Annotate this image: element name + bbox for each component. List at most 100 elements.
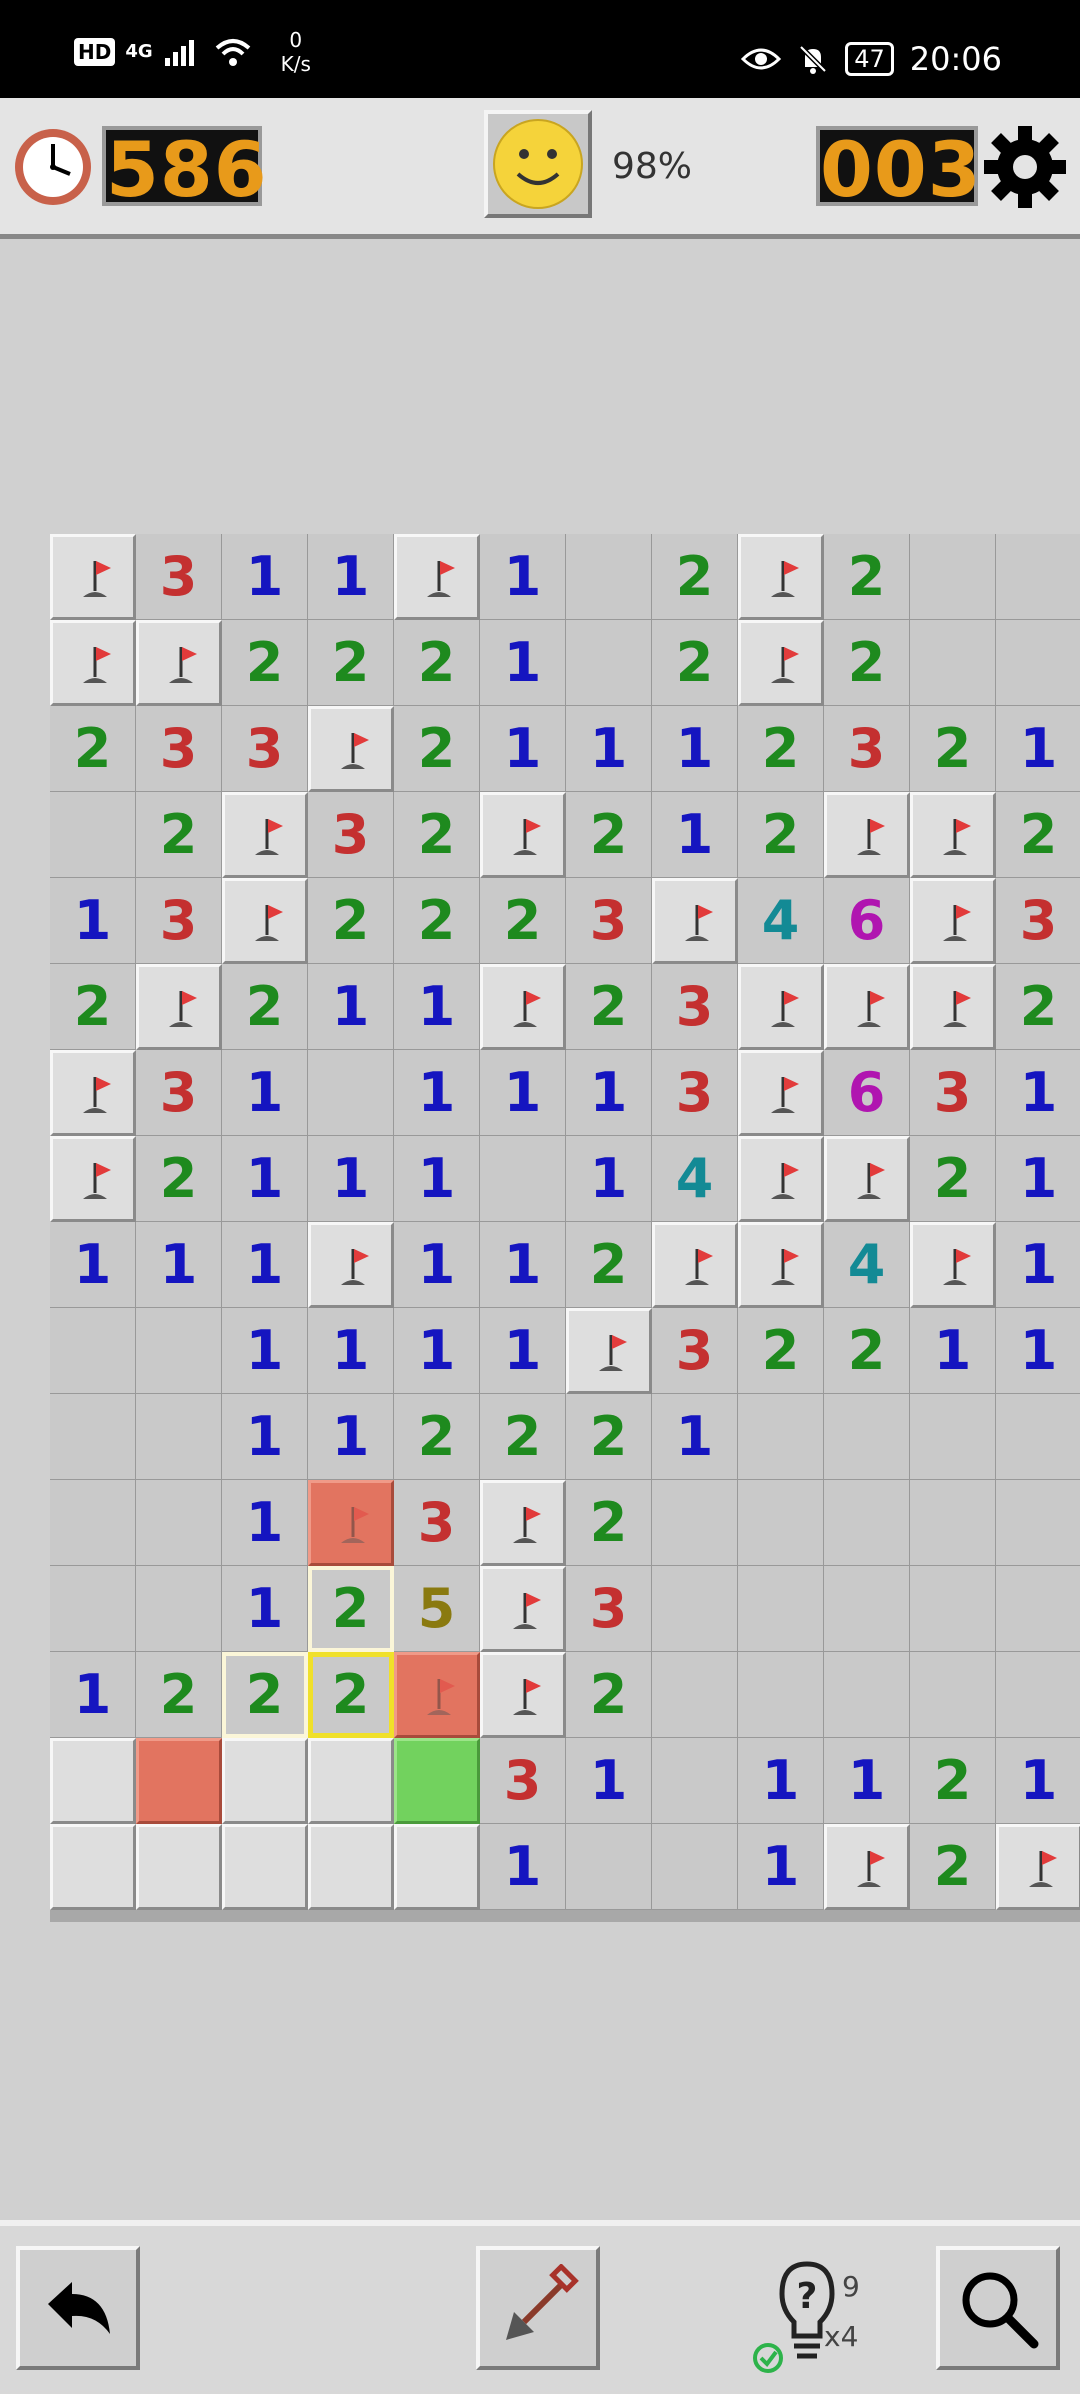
- number-cell[interactable]: 1: [222, 1480, 308, 1566]
- number-cell[interactable]: 1: [308, 1136, 394, 1222]
- undo-button[interactable]: [16, 2246, 140, 2370]
- flagged-cell[interactable]: [824, 964, 910, 1050]
- empty-cell[interactable]: [652, 1566, 738, 1652]
- number-cell[interactable]: 2: [394, 878, 480, 964]
- empty-cell[interactable]: [308, 1050, 394, 1136]
- number-cell[interactable]: 1: [996, 1738, 1080, 1824]
- number-cell[interactable]: 3: [566, 878, 652, 964]
- number-cell[interactable]: 1: [222, 534, 308, 620]
- empty-cell[interactable]: [136, 1566, 222, 1652]
- number-cell[interactable]: 1: [996, 1222, 1080, 1308]
- unopened-cell[interactable]: [50, 1824, 136, 1910]
- flagged-cell[interactable]: [480, 1652, 566, 1738]
- number-cell[interactable]: 1: [738, 1738, 824, 1824]
- flagged-cell[interactable]: [480, 792, 566, 878]
- empty-cell[interactable]: [824, 1394, 910, 1480]
- empty-cell[interactable]: [824, 1566, 910, 1652]
- new-game-button[interactable]: [484, 110, 592, 218]
- empty-cell[interactable]: [996, 534, 1080, 620]
- unopened-cell[interactable]: [308, 1824, 394, 1910]
- number-cell[interactable]: 1: [480, 1308, 566, 1394]
- number-cell[interactable]: 2: [136, 1652, 222, 1738]
- number-cell[interactable]: 1: [566, 706, 652, 792]
- empty-cell[interactable]: [136, 1480, 222, 1566]
- number-cell[interactable]: 2: [738, 706, 824, 792]
- number-cell[interactable]: 1: [996, 706, 1080, 792]
- number-cell[interactable]: 2: [910, 1136, 996, 1222]
- number-cell[interactable]: 2: [566, 1222, 652, 1308]
- number-cell[interactable]: 2: [222, 620, 308, 706]
- flagged-cell[interactable]: [824, 792, 910, 878]
- number-cell[interactable]: 1: [738, 1824, 824, 1910]
- flagged-cell[interactable]: [996, 1824, 1080, 1910]
- flagged-cell[interactable]: [738, 1136, 824, 1222]
- empty-cell[interactable]: [996, 620, 1080, 706]
- number-cell[interactable]: 1: [824, 1738, 910, 1824]
- flagged-cell[interactable]: [824, 1824, 910, 1910]
- empty-cell[interactable]: [996, 1394, 1080, 1480]
- empty-cell[interactable]: [566, 1824, 652, 1910]
- flagged-cell[interactable]: [136, 964, 222, 1050]
- number-cell[interactable]: 1: [394, 1050, 480, 1136]
- empty-cell[interactable]: [910, 1394, 996, 1480]
- number-cell[interactable]: 2: [566, 964, 652, 1050]
- number-cell[interactable]: 2: [308, 620, 394, 706]
- number-cell[interactable]: 3: [566, 1566, 652, 1652]
- empty-cell[interactable]: [738, 1566, 824, 1652]
- number-cell[interactable]: 6: [824, 1050, 910, 1136]
- number-cell[interactable]: 2: [308, 1652, 394, 1738]
- number-cell[interactable]: 1: [50, 1652, 136, 1738]
- number-cell[interactable]: 2: [566, 1394, 652, 1480]
- number-cell[interactable]: 1: [480, 1824, 566, 1910]
- number-cell[interactable]: 1: [996, 1136, 1080, 1222]
- number-cell[interactable]: 1: [50, 1222, 136, 1308]
- empty-cell[interactable]: [50, 1566, 136, 1652]
- number-cell[interactable]: 2: [566, 792, 652, 878]
- number-cell[interactable]: 1: [480, 534, 566, 620]
- unopened-cell[interactable]: [308, 1738, 394, 1824]
- number-cell[interactable]: 2: [566, 1652, 652, 1738]
- empty-cell[interactable]: [136, 1308, 222, 1394]
- flagged-cell[interactable]: [738, 1050, 824, 1136]
- number-cell[interactable]: 2: [824, 1308, 910, 1394]
- flagged-cell[interactable]: [652, 1222, 738, 1308]
- unopened-cell[interactable]: [394, 1738, 480, 1824]
- flagged-cell[interactable]: [308, 1222, 394, 1308]
- number-cell[interactable]: 1: [652, 792, 738, 878]
- hint-button[interactable]: ? 9 x4: [752, 2250, 872, 2380]
- flagged-cell[interactable]: [910, 1222, 996, 1308]
- empty-cell[interactable]: [738, 1480, 824, 1566]
- shovel-button[interactable]: [476, 2246, 600, 2370]
- number-cell[interactable]: 3: [308, 792, 394, 878]
- number-cell[interactable]: 3: [824, 706, 910, 792]
- number-cell[interactable]: 2: [222, 1652, 308, 1738]
- number-cell[interactable]: 2: [652, 534, 738, 620]
- number-cell[interactable]: 2: [394, 1394, 480, 1480]
- number-cell[interactable]: 1: [222, 1566, 308, 1652]
- number-cell[interactable]: 2: [50, 706, 136, 792]
- number-cell[interactable]: 4: [738, 878, 824, 964]
- number-cell[interactable]: 1: [652, 706, 738, 792]
- empty-cell[interactable]: [996, 1480, 1080, 1566]
- number-cell[interactable]: 3: [480, 1738, 566, 1824]
- number-cell[interactable]: 1: [480, 1050, 566, 1136]
- number-cell[interactable]: 1: [136, 1222, 222, 1308]
- number-cell[interactable]: 3: [652, 1050, 738, 1136]
- unopened-cell[interactable]: [222, 1824, 308, 1910]
- number-cell[interactable]: 2: [50, 964, 136, 1050]
- number-cell[interactable]: 2: [566, 1480, 652, 1566]
- number-cell[interactable]: 2: [996, 792, 1080, 878]
- number-cell[interactable]: 1: [910, 1308, 996, 1394]
- number-cell[interactable]: 1: [222, 1394, 308, 1480]
- unopened-cell[interactable]: [394, 1824, 480, 1910]
- empty-cell[interactable]: [652, 1738, 738, 1824]
- number-cell[interactable]: 2: [824, 534, 910, 620]
- number-cell[interactable]: 1: [222, 1308, 308, 1394]
- empty-cell[interactable]: [910, 1480, 996, 1566]
- number-cell[interactable]: 1: [394, 1308, 480, 1394]
- flagged-cell[interactable]: [50, 1050, 136, 1136]
- number-cell[interactable]: 2: [308, 1566, 394, 1652]
- flagged-cell[interactable]: [50, 534, 136, 620]
- unopened-cell[interactable]: [136, 1738, 222, 1824]
- number-cell[interactable]: 2: [394, 792, 480, 878]
